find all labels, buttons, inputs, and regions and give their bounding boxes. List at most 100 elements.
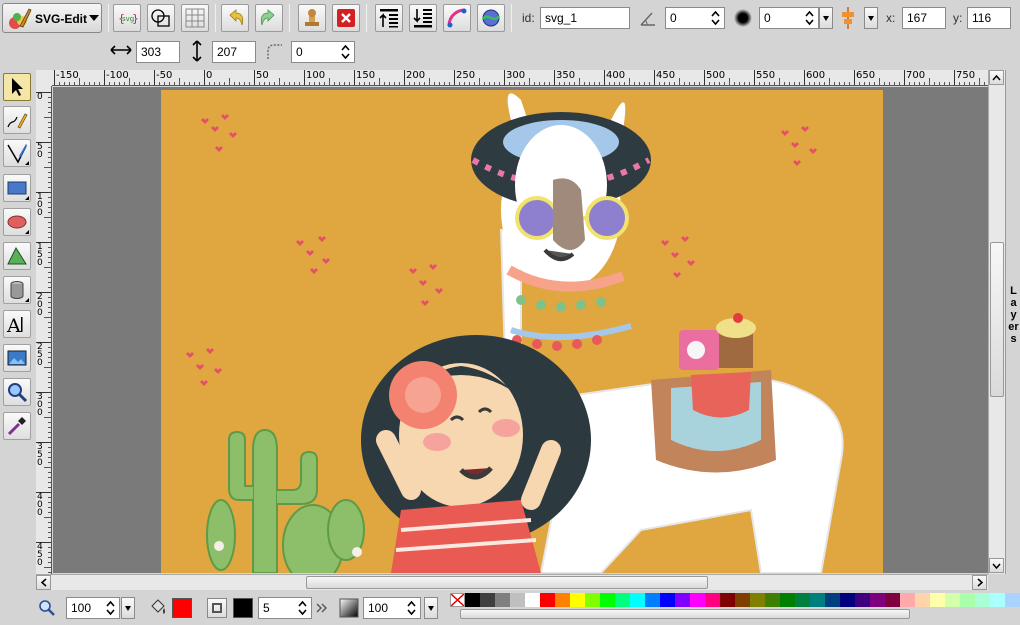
blur-stepper[interactable]: 0 — [759, 7, 819, 29]
corner-radius-stepper[interactable]: 0 — [291, 41, 355, 63]
palette-swatch[interactable] — [915, 593, 930, 607]
palette-swatch[interactable] — [810, 593, 825, 607]
move-to-bottom-button[interactable] — [409, 4, 437, 32]
delete-button[interactable] — [332, 4, 360, 32]
source-button[interactable]: {svg} — [113, 4, 141, 32]
palette-swatch[interactable] — [975, 593, 990, 607]
scroll-down-button[interactable] — [989, 558, 1004, 573]
palette-swatch[interactable] — [525, 593, 540, 607]
text-tool[interactable]: A — [3, 310, 31, 338]
ellipse-tool[interactable] — [3, 208, 31, 236]
double-chevron-right-icon[interactable] — [315, 602, 329, 614]
horizontal-scroll-thumb[interactable] — [306, 576, 708, 589]
zoom-stepper[interactable]: 100 — [66, 597, 120, 619]
palette-swatch[interactable] — [480, 593, 495, 607]
palette-swatch[interactable] — [555, 593, 570, 607]
scroll-right-button[interactable] — [972, 575, 987, 590]
workarea[interactable] — [53, 87, 988, 573]
palette-swatch[interactable] — [885, 593, 900, 607]
ruler-minor-tick — [369, 82, 370, 85]
palette-swatch[interactable] — [1005, 593, 1020, 607]
palette-swatch[interactable] — [585, 593, 600, 607]
line-tool[interactable] — [3, 139, 31, 167]
width-input[interactable] — [136, 41, 180, 63]
palette-swatch[interactable] — [765, 593, 780, 607]
palette-swatch[interactable] — [990, 593, 1005, 607]
zoom-tool[interactable] — [3, 378, 31, 406]
palette-swatch[interactable] — [870, 593, 885, 607]
palette-swatch[interactable] — [825, 593, 840, 607]
palette-swatch[interactable] — [945, 593, 960, 607]
select-tool[interactable] — [3, 73, 31, 101]
ruler-minor-tick — [124, 82, 125, 85]
path-tool[interactable] — [3, 242, 31, 270]
fill-color-swatch[interactable] — [172, 598, 192, 618]
scroll-up-button[interactable] — [989, 70, 1004, 85]
palette-swatch[interactable] — [840, 593, 855, 607]
palette-swatch[interactable] — [495, 593, 510, 607]
rectangle-tool[interactable] — [3, 174, 31, 202]
wireframe-button[interactable] — [147, 4, 175, 32]
vertical-scrollbar[interactable] — [988, 70, 1005, 574]
zoom-dropdown[interactable] — [121, 597, 135, 619]
palette-swatch[interactable] — [930, 593, 945, 607]
palette-swatch[interactable] — [540, 593, 555, 607]
main-menu-button[interactable]: SVG-Edit — [2, 3, 102, 33]
pencil-tool[interactable] — [3, 106, 31, 134]
opacity-stepper[interactable]: 100 — [363, 597, 421, 619]
x-input[interactable] — [902, 7, 946, 29]
palette-swatch[interactable] — [615, 593, 630, 607]
y-input[interactable] — [967, 7, 1011, 29]
palette-swatch[interactable] — [855, 593, 870, 607]
palette-swatch[interactable] — [675, 593, 690, 607]
grid-button[interactable] — [181, 4, 209, 32]
opacity-dropdown[interactable] — [424, 597, 438, 619]
blur-dropdown[interactable] — [819, 7, 833, 29]
horizontal-scrollbar[interactable] — [36, 574, 988, 590]
height-input[interactable] — [212, 41, 256, 63]
palette-swatch[interactable] — [705, 593, 720, 607]
scroll-left-button[interactable] — [36, 575, 51, 590]
palette-swatch[interactable] — [750, 593, 765, 607]
palette-swatch[interactable] — [720, 593, 735, 607]
palette-swatch[interactable] — [465, 593, 480, 607]
palette-swatch[interactable] — [690, 593, 705, 607]
reorient-path-button[interactable] — [443, 4, 471, 32]
palette-swatch[interactable] — [630, 593, 645, 607]
move-to-top-button[interactable] — [375, 4, 403, 32]
ruler-minor-tick — [48, 357, 51, 358]
ruler-minor-tick — [264, 82, 265, 85]
palette-swatch[interactable] — [780, 593, 795, 607]
palette-swatch[interactable] — [960, 593, 975, 607]
align-dropdown[interactable] — [864, 7, 878, 29]
undo-button[interactable] — [221, 4, 249, 32]
palette-swatch[interactable] — [660, 593, 675, 607]
shape-library-tool[interactable] — [3, 276, 31, 304]
layers-panel-tab[interactable]: Layers — [1005, 70, 1020, 574]
angle-stepper[interactable]: 0 — [665, 7, 725, 29]
palette-swatch[interactable] — [600, 593, 615, 607]
stroke-color-swatch[interactable] — [233, 598, 253, 618]
redo-button[interactable] — [255, 4, 283, 32]
vertical-scroll-thumb[interactable] — [990, 242, 1004, 397]
palette-swatch[interactable] — [510, 593, 525, 607]
ruler-minor-tick — [734, 82, 735, 85]
convert-to-path-button[interactable] — [477, 4, 505, 32]
ruler-minor-tick — [48, 137, 51, 138]
svg-canvas[interactable] — [161, 90, 883, 573]
clone-button[interactable] — [298, 4, 326, 32]
palette-swatch[interactable] — [795, 593, 810, 607]
palette-swatch[interactable] — [900, 593, 915, 607]
clone-icon — [305, 9, 319, 26]
id-input[interactable] — [540, 7, 630, 29]
palette-swatch[interactable] — [735, 593, 750, 607]
stroke-width-stepper[interactable]: 5 — [258, 597, 312, 619]
image-tool[interactable] — [3, 344, 31, 372]
ruler-label: 500 — [706, 70, 726, 81]
palette-swatch[interactable] — [570, 593, 585, 607]
eyedropper-tool[interactable] — [3, 412, 31, 440]
palette-swatch[interactable] — [645, 593, 660, 607]
palette-scroll-thumb[interactable] — [460, 609, 910, 619]
no-color-swatch[interactable] — [450, 593, 465, 607]
ruler-minor-tick — [584, 82, 585, 85]
